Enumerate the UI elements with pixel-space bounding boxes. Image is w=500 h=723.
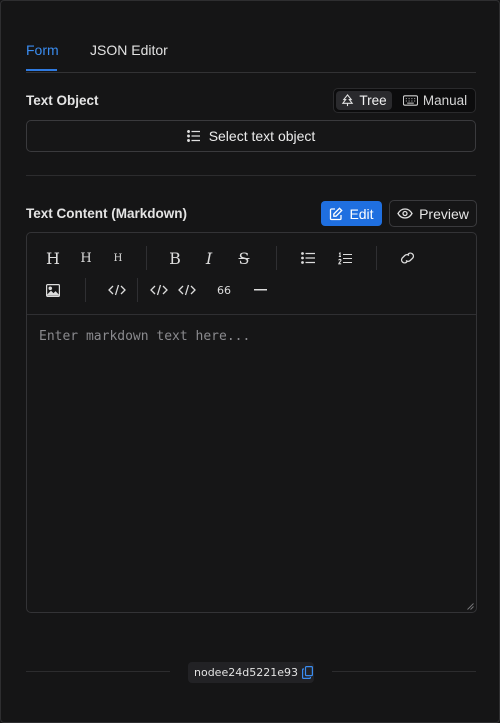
numbered-list-button[interactable] — [336, 247, 354, 269]
inspector-panel: Form JSON Editor Text Object Tree Manual… — [0, 0, 500, 723]
mode-tree-button[interactable]: Tree — [336, 91, 392, 110]
heading3-button[interactable]: H — [111, 247, 125, 269]
edit-label: Edit — [349, 205, 374, 222]
mode-manual-button[interactable]: Manual — [397, 91, 473, 110]
image-icon — [46, 283, 60, 297]
code-block-button[interactable] — [149, 279, 199, 301]
horizontal-rule-button[interactable] — [253, 279, 267, 301]
mode-tree-label: Tree — [359, 93, 387, 108]
numbered-list-icon — [337, 251, 352, 264]
strikethrough-button[interactable]: S — [235, 247, 253, 269]
node-id-chip[interactable]: nodee24d5221e93 — [188, 662, 314, 683]
edit-icon — [330, 206, 344, 220]
toolbar-separator — [85, 278, 86, 302]
mode-manual-label: Manual — [422, 93, 468, 108]
heading1-button[interactable]: H — [43, 247, 63, 269]
image-button[interactable] — [45, 279, 61, 301]
section-divider — [26, 175, 476, 176]
preview-label: Preview — [419, 205, 469, 222]
inline-code-button[interactable] — [108, 279, 126, 301]
keyboard-icon — [402, 95, 418, 106]
italic-button[interactable]: I — [200, 247, 218, 269]
toolbar-separator — [376, 246, 377, 270]
tab-form[interactable]: Form — [26, 42, 59, 58]
preview-button[interactable]: Preview — [389, 200, 477, 227]
tab-bar: Form JSON Editor — [26, 31, 476, 73]
text-object-label: Text Object — [26, 93, 99, 108]
markdown-editor: H H H B I S 66 Enter markdown text here.… — [26, 232, 477, 613]
link-button[interactable] — [398, 247, 416, 269]
mode-toggle: Tree Manual — [333, 88, 476, 113]
tab-json-editor[interactable]: JSON Editor — [90, 42, 168, 58]
markdown-toolbar: H H H B I S 66 — [27, 233, 476, 315]
bullet-list-button[interactable] — [299, 247, 317, 269]
toolbar-separator — [276, 246, 277, 270]
blockquote-button[interactable]: 66 — [214, 279, 234, 301]
select-text-object-button[interactable]: Select text object — [26, 120, 476, 152]
text-content-label: Text Content (Markdown) — [26, 206, 187, 221]
copy-icon[interactable] — [301, 666, 313, 679]
bullet-list-icon — [300, 252, 315, 264]
resize-handle-icon[interactable] — [467, 603, 474, 610]
list-icon — [186, 130, 200, 142]
toolbar-separator — [137, 278, 138, 302]
markdown-textarea[interactable]: Enter markdown text here... — [39, 329, 250, 344]
horizontal-rule-icon — [253, 289, 267, 291]
node-id-text: nodee24d5221e93 — [194, 666, 298, 679]
footer-divider-right — [332, 671, 476, 672]
code-block-icon — [150, 284, 196, 296]
heading2-button[interactable]: H — [78, 247, 94, 269]
select-text-object-label: Select text object — [208, 128, 316, 144]
active-tab-indicator — [26, 69, 57, 71]
edit-button[interactable]: Edit — [321, 201, 382, 226]
code-icon — [108, 284, 126, 296]
link-icon — [400, 252, 414, 264]
bold-button[interactable]: B — [166, 247, 184, 269]
tree-icon — [342, 94, 354, 107]
eye-icon — [397, 208, 413, 219]
toolbar-separator — [146, 246, 147, 270]
footer-divider-left — [26, 671, 170, 672]
